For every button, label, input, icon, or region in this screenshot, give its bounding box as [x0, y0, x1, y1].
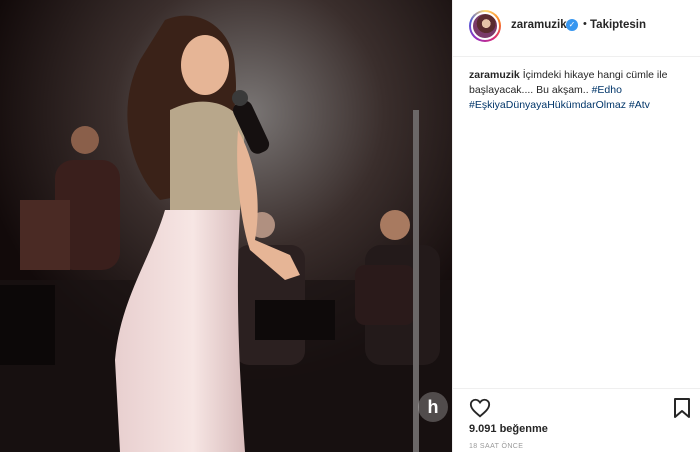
post-timestamp[interactable]: 18 SAAT ÖNCE — [469, 443, 523, 450]
like-count[interactable]: 9.091 beğenme — [469, 423, 548, 435]
separator-dot: • — [583, 18, 587, 30]
avatar[interactable] — [469, 10, 501, 42]
post-side-panel: zaramuzik ✓ • Takiptesin zaramuzik İçimd… — [452, 0, 700, 452]
watermark: h — [418, 392, 448, 422]
username-link[interactable]: zaramuzik — [511, 19, 567, 31]
post-photo[interactable]: h — [0, 0, 452, 452]
hashtag-link[interactable]: #Atv — [629, 99, 650, 111]
post-actions: 9.091 beğenme 18 SAAT ÖNCE — [453, 388, 700, 453]
concert-photo — [0, 0, 452, 452]
heart-icon[interactable] — [469, 397, 491, 419]
hashtag-link[interactable]: #EşkiyaDünyayaHükümdarOlmaz — [469, 99, 626, 111]
bookmark-icon[interactable] — [673, 397, 691, 419]
hashtag-link[interactable]: #Edho — [592, 84, 622, 96]
post-header: zaramuzik ✓ • Takiptesin — [453, 0, 700, 57]
caption-username[interactable]: zaramuzik — [469, 69, 520, 81]
follow-status-button[interactable]: Takiptesin — [590, 19, 646, 31]
post-caption: zaramuzik İçimdeki hikaye hangi cümle il… — [469, 68, 691, 113]
avatar-image — [471, 12, 499, 40]
verified-check-icon: ✓ — [566, 19, 578, 31]
